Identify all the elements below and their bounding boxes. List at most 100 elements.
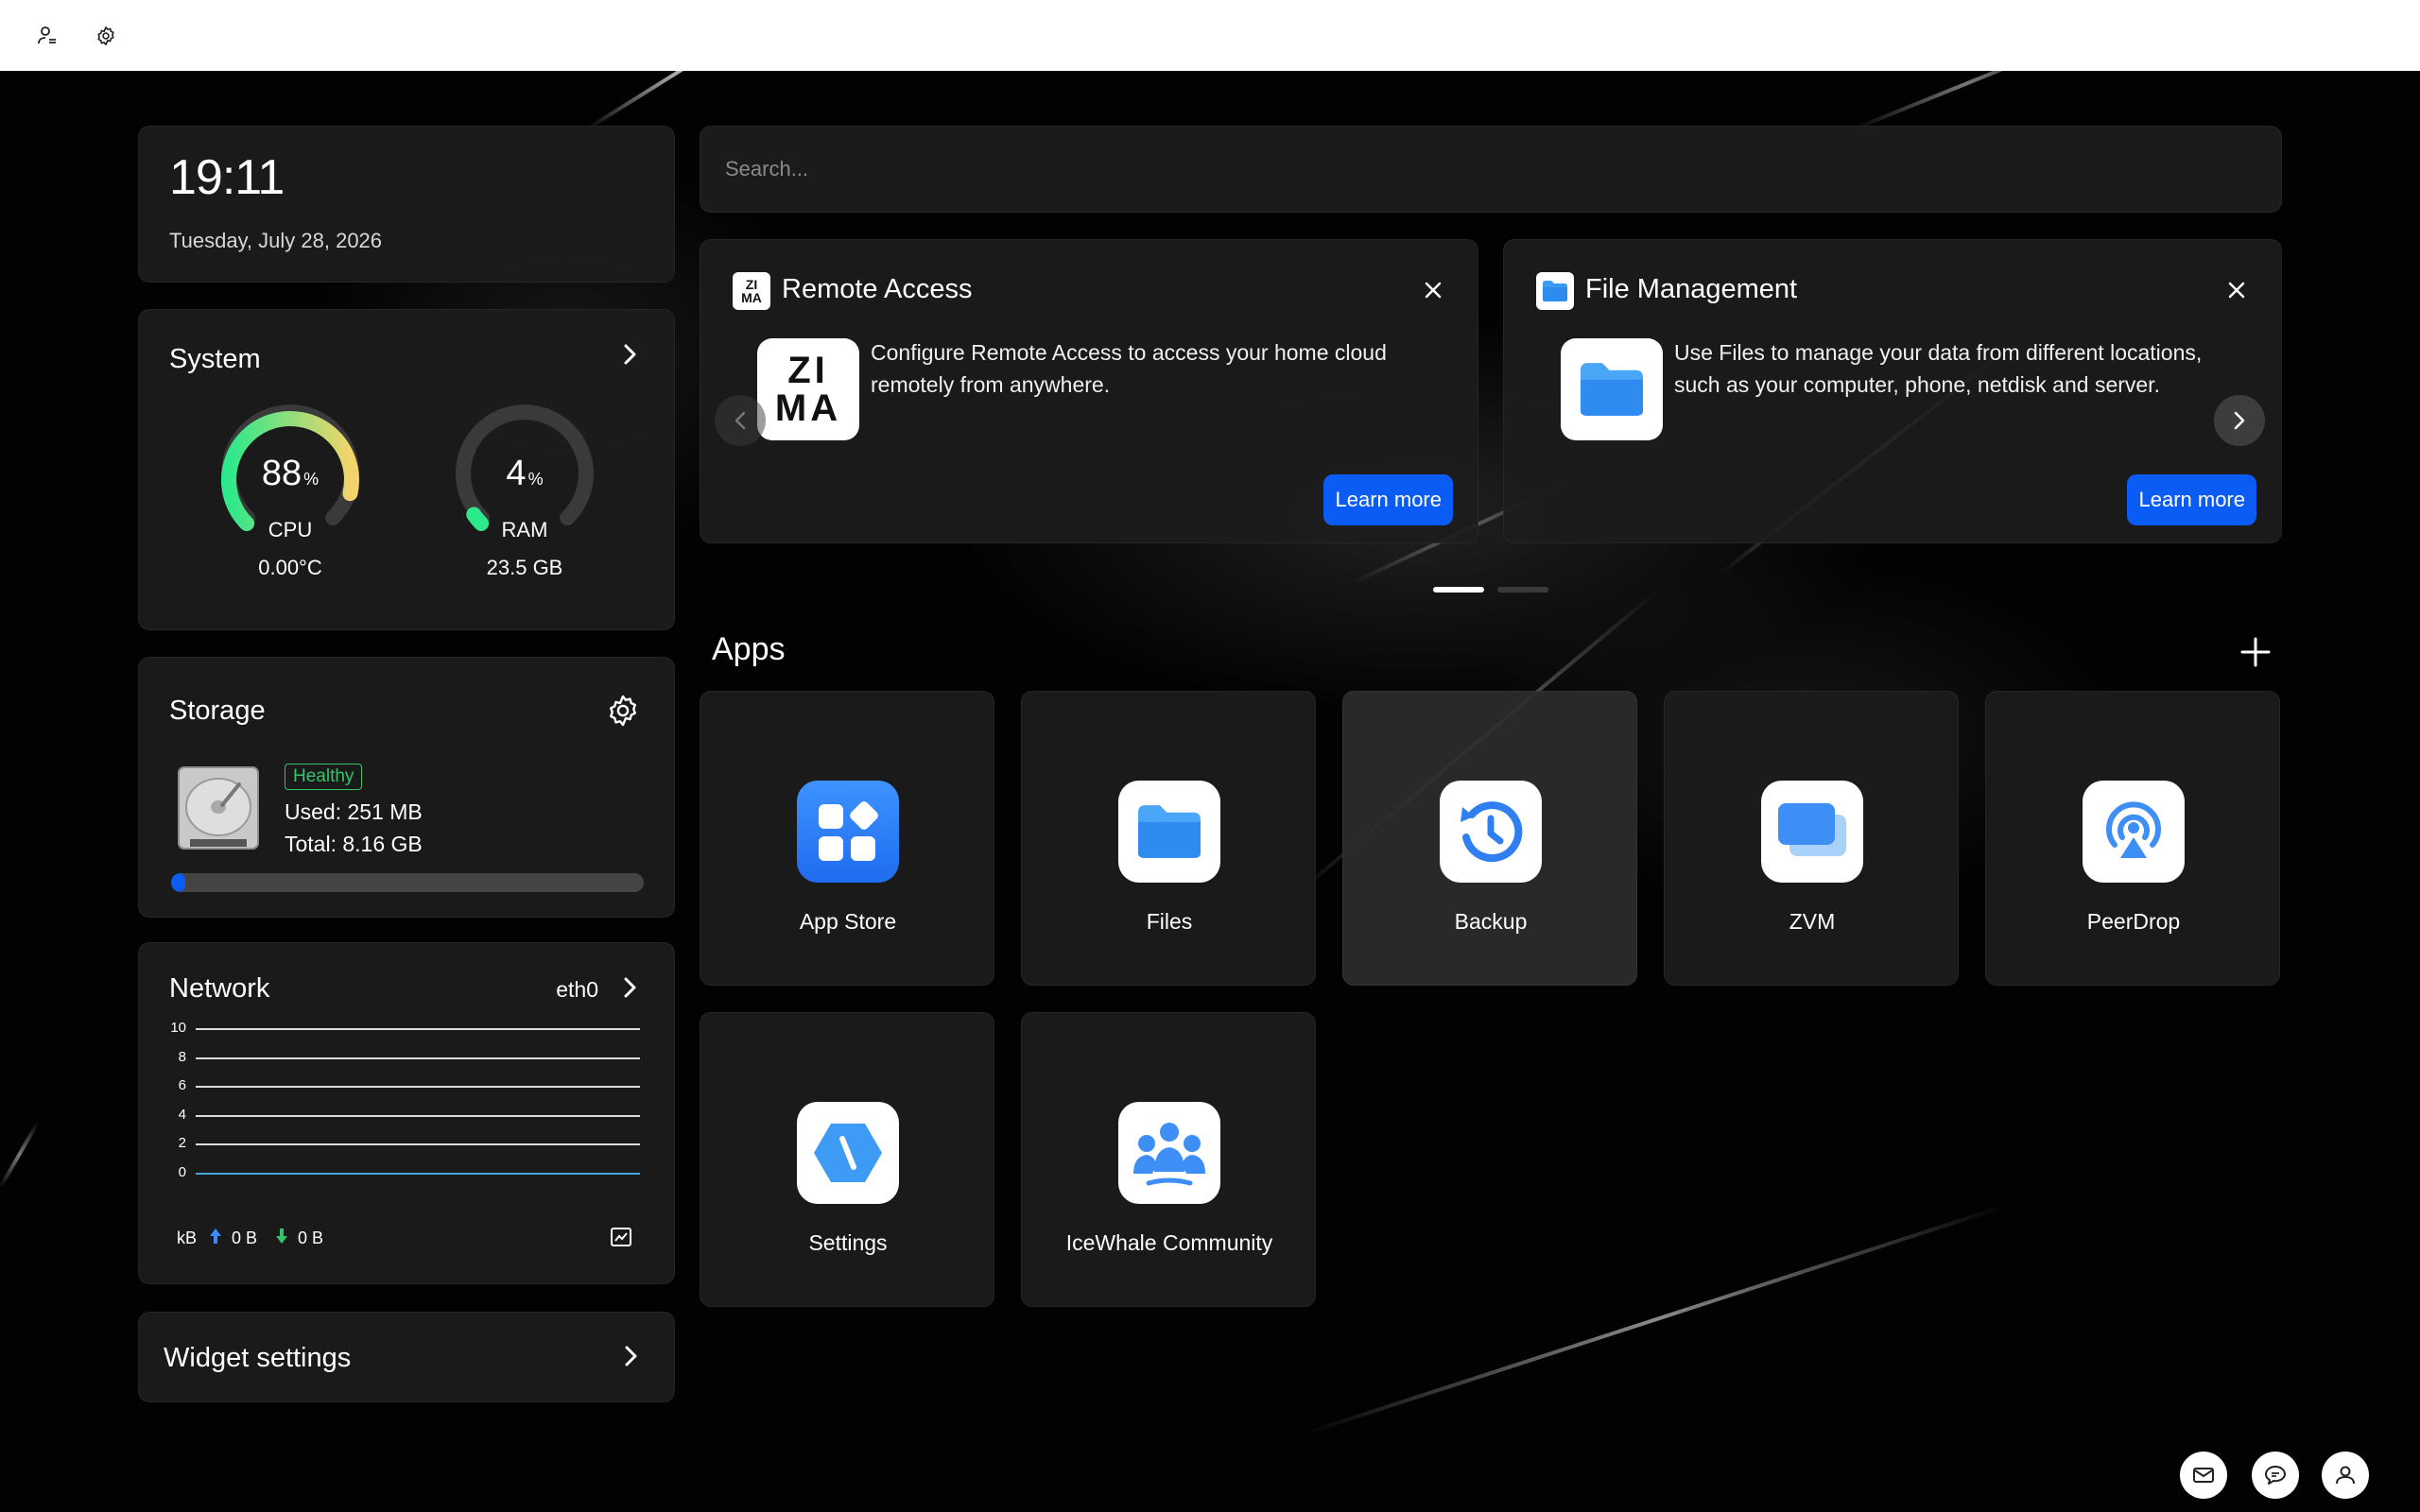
download-arrow-icon xyxy=(275,1227,288,1250)
hard-drive-icon xyxy=(173,764,264,854)
storage-total: Total: 8.16 GB xyxy=(285,832,423,856)
chevron-right-icon xyxy=(624,977,636,998)
ram-percent: 4 xyxy=(506,454,527,493)
mail-button[interactable] xyxy=(2180,1452,2227,1499)
search-input[interactable] xyxy=(725,157,2281,181)
chart-toggle-icon[interactable] xyxy=(610,1227,632,1247)
cpu-gauge: 88% CPU 0.00°C xyxy=(215,404,366,579)
zvm-icon xyxy=(1761,781,1863,883)
apps-title: Apps xyxy=(712,631,786,667)
y-tick-label: 4 xyxy=(178,1106,186,1123)
grid-line xyxy=(196,1086,640,1088)
zima-icon: ZI MA xyxy=(733,272,770,310)
carousel-dot[interactable] xyxy=(1497,587,1548,593)
download-rate: 0 B xyxy=(298,1228,324,1247)
app-tile-icewhale-community[interactable]: IceWhale Community xyxy=(1021,1012,1316,1307)
top-bar xyxy=(0,0,2420,71)
promo-description: Use Files to manage your data from diffe… xyxy=(1674,340,2203,397)
carousel-dot-active[interactable] xyxy=(1433,587,1484,593)
chat-icon xyxy=(2265,1466,2286,1485)
ram-label: RAM xyxy=(501,518,548,541)
chevron-right-icon xyxy=(621,1345,640,1372)
app-tile-backup[interactable]: Backup xyxy=(1342,691,1637,986)
peerdrop-icon xyxy=(2083,781,2185,883)
network-title: Network xyxy=(169,973,270,1004)
account-button[interactable] xyxy=(2322,1452,2369,1499)
app-name: PeerDrop xyxy=(2086,909,2181,934)
cpu-temperature: 0.00°C xyxy=(258,556,322,579)
y-tick-label: 8 xyxy=(178,1048,186,1065)
grid-line xyxy=(196,1057,640,1059)
cpu-percent: 88 xyxy=(261,454,302,493)
network-open-button[interactable] xyxy=(614,971,646,1004)
chevron-left-icon xyxy=(735,411,746,430)
app-name: ZVM xyxy=(1789,909,1836,934)
mail-icon xyxy=(2193,1468,2214,1483)
y-tick-label: 0 xyxy=(178,1163,186,1180)
system-widget: System 88% CPU 0.00°C 4% RAM 23.5 GB xyxy=(138,309,675,630)
network-widget: Network eth0 10 8 6 4 2 0 kB 0 B 0 B xyxy=(138,942,675,1284)
grid-line xyxy=(196,1172,640,1175)
backup-icon xyxy=(1440,781,1542,883)
app-name: Backup xyxy=(1454,909,1528,934)
app-tile-files[interactable]: Files xyxy=(1021,691,1316,986)
carousel-next-button[interactable] xyxy=(2214,395,2265,446)
files-icon xyxy=(1118,781,1220,883)
clock-time: 19:11 xyxy=(169,150,285,205)
settings-app-icon xyxy=(797,1102,899,1204)
app-store-icon xyxy=(797,781,899,883)
app-name: Settings xyxy=(808,1230,888,1255)
files-folder-icon xyxy=(1561,338,1663,440)
grid-line xyxy=(196,1114,640,1117)
folder-icon xyxy=(1536,272,1574,310)
storage-status-badge: Healthy xyxy=(285,764,363,790)
gear-icon[interactable] xyxy=(95,25,117,47)
close-icon[interactable] xyxy=(2224,278,2249,302)
widget-settings-button[interactable]: Widget settings xyxy=(138,1312,675,1402)
upload-rate: 0 B xyxy=(232,1228,258,1247)
storage-progress-bar xyxy=(171,873,644,892)
promo-title: File Management xyxy=(1585,274,1798,304)
user-settings-icon[interactable] xyxy=(36,25,59,47)
promo-title: Remote Access xyxy=(782,274,973,304)
learn-more-button[interactable]: Learn more xyxy=(2127,474,2256,525)
clock-widget: 19:11 Tuesday, July 28, 2026 xyxy=(138,126,675,283)
storage-progress-fill xyxy=(171,873,185,892)
app-name: Files xyxy=(1146,909,1193,934)
app-tile-peerdrop[interactable]: PeerDrop xyxy=(1985,691,2280,986)
promo-card-file-management: File Management Use Files to manage your… xyxy=(1503,239,2282,543)
ram-size: 23.5 GB xyxy=(486,556,563,579)
chat-button[interactable] xyxy=(2252,1452,2299,1499)
network-unit: kB xyxy=(177,1228,198,1247)
chevron-right-icon xyxy=(2234,411,2245,430)
grid-line xyxy=(196,1028,640,1030)
community-icon xyxy=(1118,1102,1220,1204)
ram-gauge: 4% RAM 23.5 GB xyxy=(449,404,600,579)
carousel-prev-button[interactable] xyxy=(715,395,766,446)
cpu-label: CPU xyxy=(268,518,313,541)
storage-used: Used: 251 MB xyxy=(285,799,423,824)
zima-logo-icon: ZI MA xyxy=(757,338,859,440)
storage-settings-gear-icon[interactable] xyxy=(606,694,640,728)
promo-description: Configure Remote Access to access your h… xyxy=(871,340,1387,397)
app-tile-zvm[interactable]: ZVM xyxy=(1664,691,1959,986)
close-icon[interactable] xyxy=(1421,278,1445,302)
chevron-right-icon xyxy=(624,344,636,365)
learn-more-button[interactable]: Learn more xyxy=(1323,474,1453,525)
system-open-button[interactable] xyxy=(614,338,646,370)
y-tick-label: 10 xyxy=(170,1020,186,1036)
storage-title: Storage xyxy=(169,696,266,726)
grid-line xyxy=(196,1143,640,1145)
clock-date: Tuesday, July 28, 2026 xyxy=(169,229,383,252)
app-name: IceWhale Community xyxy=(1065,1230,1273,1255)
search-bar xyxy=(700,126,2282,213)
app-tile-app-store[interactable]: App Store xyxy=(700,691,994,986)
add-app-button[interactable] xyxy=(2238,635,2273,669)
network-interface: eth0 xyxy=(556,977,598,1002)
upload-arrow-icon xyxy=(209,1227,222,1250)
system-title: System xyxy=(169,344,261,374)
widget-settings-label: Widget settings xyxy=(164,1343,352,1373)
account-icon xyxy=(2336,1466,2355,1485)
app-name: App Store xyxy=(799,909,897,934)
app-tile-settings[interactable]: Settings xyxy=(700,1012,994,1307)
